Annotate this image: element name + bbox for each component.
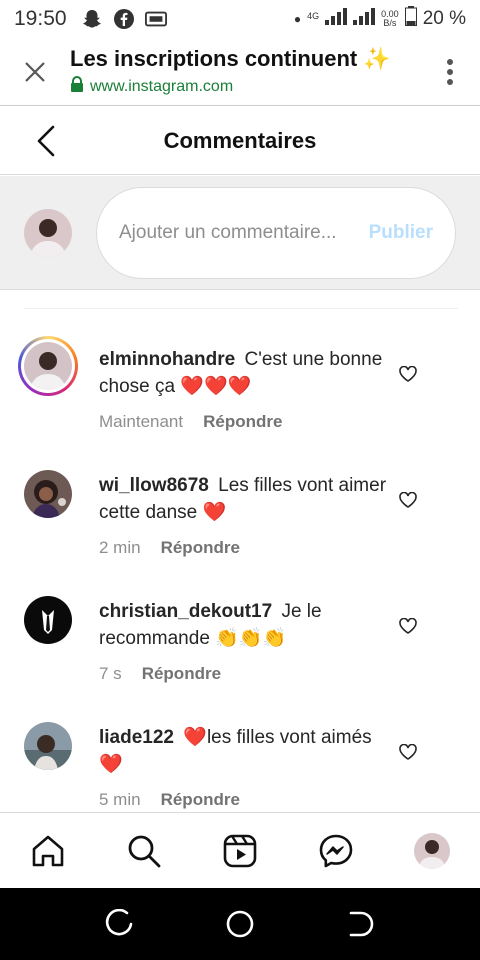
lock-icon xyxy=(70,76,84,97)
avatar xyxy=(24,208,72,257)
comments-header: Commentaires xyxy=(0,107,480,175)
search-icon[interactable] xyxy=(118,825,170,877)
comment-username[interactable]: christian_dekout17 xyxy=(99,601,277,622)
reply-button[interactable]: Répondre xyxy=(142,664,221,684)
more-vertical-icon[interactable] xyxy=(420,38,480,106)
net-speed-unit: B/s xyxy=(383,18,397,28)
heart-icon[interactable] xyxy=(396,488,420,512)
system-nav-bar xyxy=(0,888,480,960)
snapchat-icon xyxy=(81,8,103,30)
reply-button[interactable]: Répondre xyxy=(203,412,282,432)
comment-time: 5 min xyxy=(99,790,141,809)
net-speed: 0.00 B/s xyxy=(381,10,399,28)
browser-page-title: Les inscriptions continuent ✨ xyxy=(70,46,391,71)
comment-username[interactable]: elminnohandre xyxy=(99,349,240,370)
comment-item: elminnohandre C'est une bonne chose ça ❤… xyxy=(0,334,480,460)
comment-meta: Maintenant Répondre xyxy=(99,412,282,432)
comment-username[interactable]: liade122 xyxy=(99,727,179,748)
comment-item: wi_llow8678 Les filles vont aimer cette … xyxy=(0,460,480,586)
heart-icon[interactable] xyxy=(396,614,420,638)
comment-text: christian_dekout17 Je le recommande 👏👏👏 xyxy=(99,598,389,652)
comment-composer: Ajouter un commentaire... Publier xyxy=(0,176,480,290)
heart-icon[interactable] xyxy=(396,740,420,764)
tuxedo-logo-avatar[interactable] xyxy=(24,596,72,644)
battery-icon xyxy=(404,6,417,32)
home-button-icon[interactable] xyxy=(218,902,262,946)
blast-app-icon xyxy=(144,8,167,30)
close-icon[interactable] xyxy=(0,38,70,106)
reply-button[interactable]: Répondre xyxy=(161,538,240,558)
dot-icon: ● xyxy=(293,12,302,26)
status-time: 19:50 xyxy=(14,7,67,30)
avatar-story-ring[interactable] xyxy=(18,336,78,396)
back-button-icon[interactable] xyxy=(338,902,382,946)
home-icon[interactable] xyxy=(22,825,74,877)
comment-text: liade122 ❤️les filles vont aimés❤️ xyxy=(99,724,389,778)
comment-item: christian_dekout17 Je le recommande 👏👏👏 … xyxy=(0,586,480,712)
avatar[interactable] xyxy=(24,722,72,770)
messenger-icon[interactable] xyxy=(310,825,362,877)
battery-level: 20 % xyxy=(422,8,466,29)
avatar xyxy=(24,342,72,390)
network-type: 4G xyxy=(307,11,320,21)
comment-username[interactable]: wi_llow8678 xyxy=(99,475,214,496)
comment-time: 7 s xyxy=(99,664,122,683)
status-right: ● 4G 0.00 B/s 20 % xyxy=(294,6,466,32)
comment-input[interactable]: Ajouter un commentaire... Publier xyxy=(96,186,456,279)
browser-url-row: www.instagram.com xyxy=(70,76,420,97)
comment-meta: 7 s Répondre xyxy=(99,664,221,684)
comment-meta: 2 min Répondre xyxy=(99,538,240,558)
signal-icon xyxy=(325,7,348,31)
browser-titles: Les inscriptions continuent ✨ www.instag… xyxy=(70,46,420,97)
browser-toolbar: Les inscriptions continuent ✨ www.instag… xyxy=(0,38,480,106)
comment-input-placeholder[interactable]: Ajouter un commentaire... xyxy=(119,219,369,246)
comment-time: Maintenant xyxy=(99,412,184,431)
browser-url: www.instagram.com xyxy=(90,77,234,95)
avatar xyxy=(414,832,450,869)
comment-text: wi_llow8678 Les filles vont aimer cette … xyxy=(99,472,389,526)
bottom-nav xyxy=(0,812,480,888)
divider xyxy=(24,308,458,309)
publish-button[interactable]: Publier xyxy=(369,222,433,244)
recent-apps-icon[interactable] xyxy=(98,902,142,946)
signal-icon-2 xyxy=(353,7,376,31)
status-bar: 19:50 ● 4G 0.00 B/s 20 % xyxy=(0,0,480,38)
profile-nav-button[interactable] xyxy=(406,825,458,877)
comment-text: elminnohandre C'est une bonne chose ça ❤… xyxy=(99,346,389,400)
avatar[interactable] xyxy=(24,470,72,518)
comment-meta: 5 min Répondre xyxy=(99,790,240,810)
comment-time: 2 min xyxy=(99,538,141,557)
reply-button[interactable]: Répondre xyxy=(161,790,240,810)
back-arrow-icon[interactable] xyxy=(26,121,66,161)
page-title: Commentaires xyxy=(163,127,317,153)
reels-icon[interactable] xyxy=(214,825,266,877)
facebook-icon xyxy=(113,8,135,30)
heart-icon[interactable] xyxy=(396,362,420,386)
